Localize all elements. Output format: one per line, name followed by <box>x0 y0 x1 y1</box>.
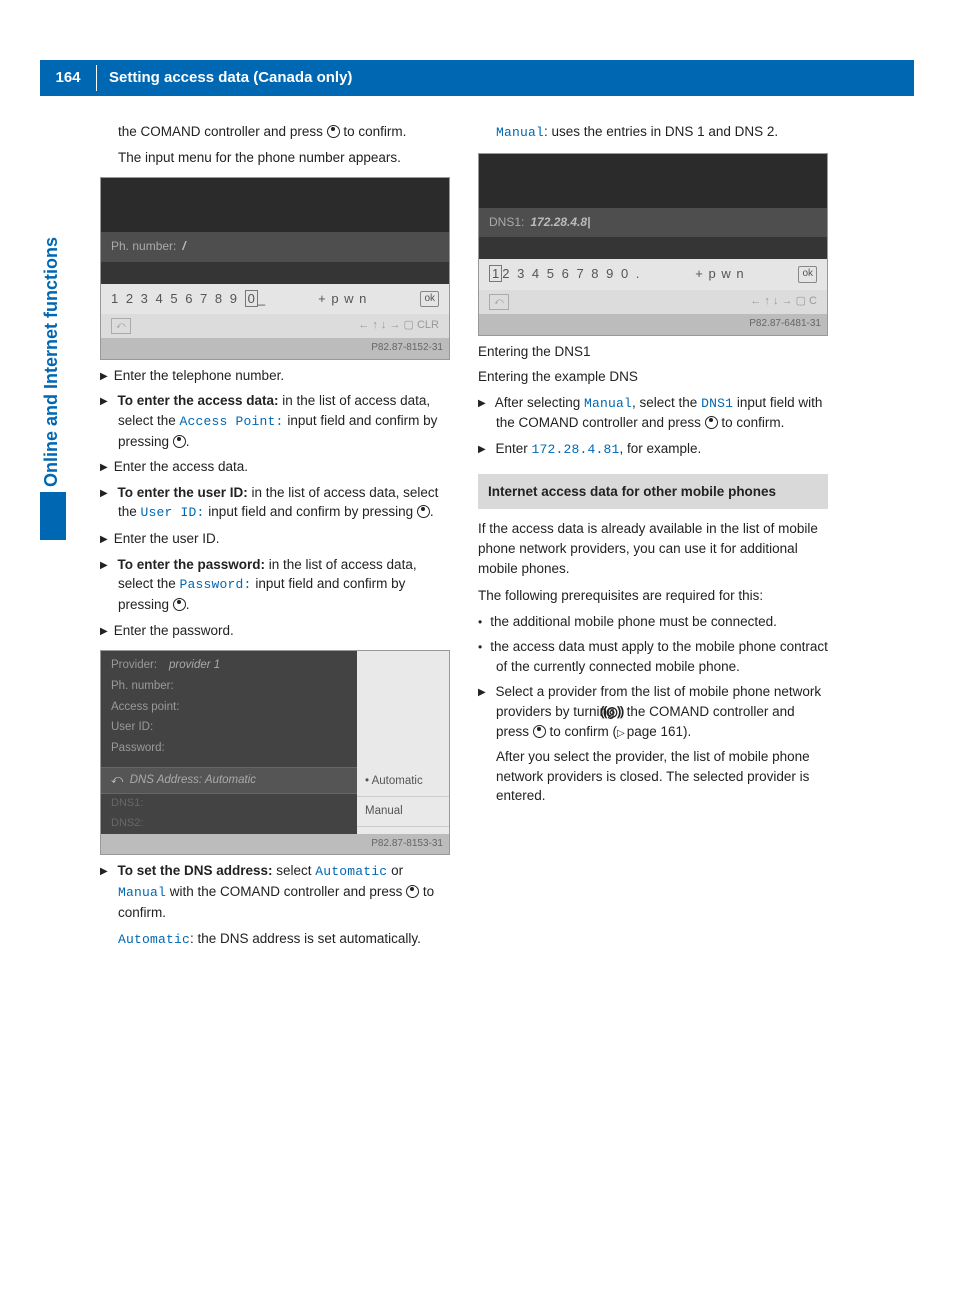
step: To enter the user ID: in the list of acc… <box>100 483 450 523</box>
step-continuation: Automatic: the DNS address is set automa… <box>100 929 450 950</box>
controller-press-icon <box>173 435 186 448</box>
ss-nav-row: ⤺ ← ↑ ↓ → ▢ C <box>479 290 827 314</box>
intro-text: the COMAND controller and press to confi… <box>100 122 450 142</box>
step: To set the DNS address: select Automatic… <box>100 861 450 922</box>
controller-press-icon <box>417 505 430 518</box>
step: Enter the access data. <box>100 457 450 477</box>
step: To enter the access data: in the list of… <box>100 391 450 451</box>
step: Enter the telephone number. <box>100 366 450 386</box>
intro-text-2: The input menu for the phone number appe… <box>100 148 450 168</box>
bullet: the additional mobile phone must be conn… <box>478 612 828 632</box>
controller-press-icon <box>533 725 546 738</box>
screenshot-phone-number: Ph. number: / 1 2 3 4 5 6 7 8 9 0_ + p w… <box>100 177 450 360</box>
column-left: the COMAND controller and press to confi… <box>100 122 450 956</box>
ss-footer: P82.87-6481-31 <box>479 314 827 335</box>
ss-keypad-row: 12 3 4 5 6 7 8 9 0 . + p w n ok <box>479 259 827 290</box>
step: Select a provider from the list of mobil… <box>478 682 828 741</box>
header-title: Setting access data (Canada only) <box>97 67 352 89</box>
side-label: Online and Internet functions <box>38 202 64 522</box>
screenshot-provider-settings: Provider:provider 1 Ph. number: Access p… <box>100 650 450 855</box>
controller-press-icon <box>173 598 186 611</box>
bullet: the access data must apply to the mobile… <box>478 637 828 676</box>
step: After selecting Manual, select the DNS1 … <box>478 393 828 433</box>
paragraph: The following prerequisites are required… <box>478 586 828 606</box>
column-right: Manual: uses the entries in DNS 1 and DN… <box>478 122 828 956</box>
section-heading: Internet access data for other mobile ph… <box>478 474 828 510</box>
step: Enter 172.28.4.81, for example. <box>478 439 828 460</box>
page-header: 164 Setting access data (Canada only) <box>40 60 914 96</box>
paragraph: If the access data is already available … <box>478 519 828 578</box>
manual-desc: Manual: uses the entries in DNS 1 and DN… <box>478 122 828 143</box>
controller-press-icon <box>406 885 419 898</box>
step: To enter the password: in the list of ac… <box>100 555 450 615</box>
page-ref-icon <box>617 724 627 739</box>
ss-keypad-row: 1 2 3 4 5 6 7 8 9 0_ + p w n ok <box>101 284 449 315</box>
screenshot-dns-entry: DNS1: 172.28.4.8| 12 3 4 5 6 7 8 9 0 . +… <box>478 153 828 336</box>
ss-field-row: DNS1: 172.28.4.8| <box>479 208 827 237</box>
ss-footer: P82.87-8152-31 <box>101 338 449 359</box>
step-continuation: After you select the provider, the list … <box>478 747 828 806</box>
caption: Entering the example DNS <box>478 367 828 387</box>
step: Enter the password. <box>100 621 450 641</box>
controller-press-icon <box>327 125 340 138</box>
step: Enter the user ID. <box>100 529 450 549</box>
ss-field-row: Ph. number: / <box>101 232 449 261</box>
side-margin: Online and Internet functions <box>40 122 76 956</box>
controller-press-icon <box>705 416 718 429</box>
ss-nav-row: ⤺ ← ↑ ↓ → ▢ CLR <box>101 314 449 338</box>
page-number: 164 <box>40 67 96 89</box>
caption: Entering the DNS1 <box>478 342 828 362</box>
